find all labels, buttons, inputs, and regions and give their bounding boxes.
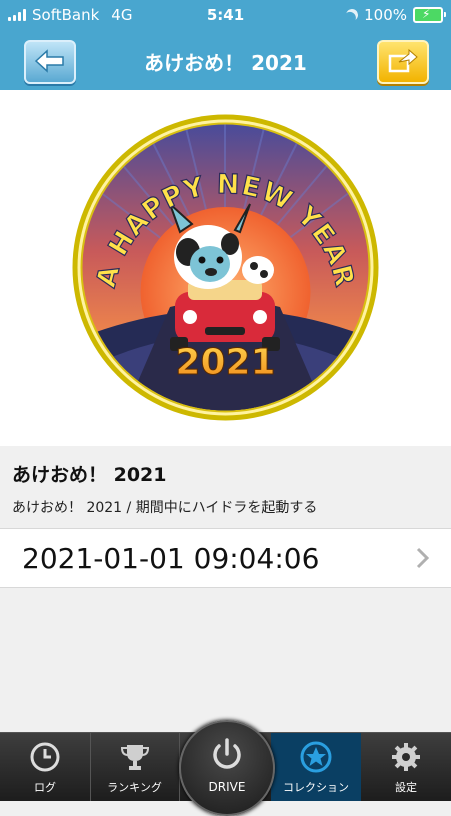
drive-button[interactable]: DRIVE bbox=[179, 720, 275, 816]
tab-log[interactable]: ログ bbox=[0, 733, 91, 801]
badge-panel: A HAPPY NEW YEAR 2021 bbox=[0, 90, 451, 446]
gear-icon bbox=[392, 743, 420, 771]
achievement-title: あけおめ！ 2021 bbox=[12, 464, 167, 486]
tab-log-label: ログ bbox=[34, 781, 56, 794]
clock-icon bbox=[30, 742, 60, 772]
battery-label: 100% bbox=[364, 6, 407, 24]
power-icon bbox=[213, 738, 241, 769]
battery-icon: ⚡ bbox=[413, 7, 446, 23]
tab-settings[interactable]: 設定 bbox=[361, 733, 451, 801]
navigation-bar: あけおめ！ 2021 bbox=[0, 30, 451, 90]
badge-year: 2021 bbox=[175, 342, 275, 383]
star-icon bbox=[300, 741, 332, 773]
tab-collection[interactable]: コレクション bbox=[271, 733, 361, 801]
drive-label: DRIVE bbox=[208, 780, 246, 794]
moon-icon bbox=[344, 7, 359, 22]
tab-ranking-label: ランキング bbox=[107, 781, 162, 794]
trophy-icon bbox=[120, 745, 150, 770]
tab-settings-label: 設定 bbox=[395, 781, 417, 794]
achievement-info: あけおめ！ 2021 あけおめ！ 2021 / 期間中にハイドラを起動する bbox=[0, 446, 451, 529]
happy-new-year-badge: A HAPPY NEW YEAR 2021 bbox=[72, 114, 379, 421]
date-row[interactable]: 2021-01-01 09:04:06 bbox=[0, 529, 451, 588]
share-icon bbox=[388, 48, 418, 73]
status-bar: SoftBank 4G 5:41 100% ⚡ bbox=[0, 0, 451, 30]
acquired-datetime: 2021-01-01 09:04:06 bbox=[22, 542, 320, 575]
tab-collection-label: コレクション bbox=[283, 781, 349, 794]
share-button[interactable] bbox=[377, 40, 429, 84]
chevron-right-icon bbox=[416, 547, 429, 569]
achievement-description: あけおめ！ 2021 / 期間中にハイドラを起動する bbox=[12, 500, 318, 516]
tab-ranking[interactable]: ランキング bbox=[90, 733, 180, 801]
